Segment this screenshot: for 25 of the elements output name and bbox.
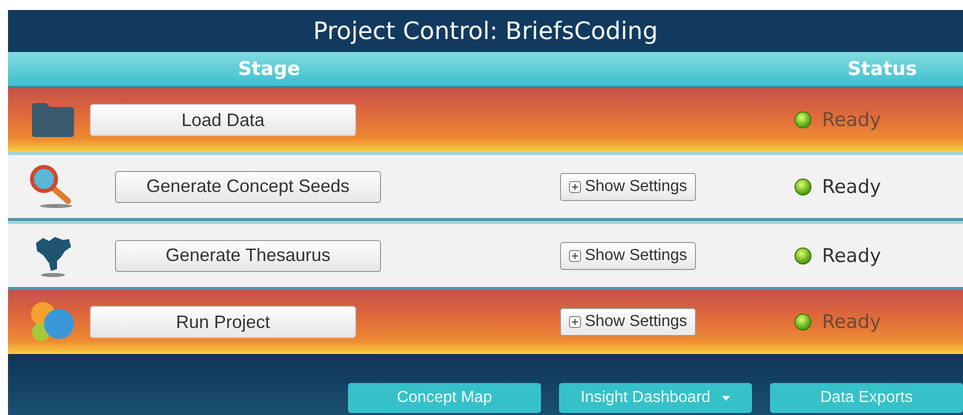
column-header: Status bbox=[847, 58, 917, 80]
status-dot-icon bbox=[794, 246, 812, 264]
show-settings-button[interactable]: Show Settings bbox=[560, 308, 696, 336]
stage-button[interactable]: Run Project bbox=[90, 306, 356, 338]
window-title: Project Control: BriefsCoding bbox=[313, 17, 658, 45]
stage-button[interactable]: Load Data bbox=[90, 104, 356, 136]
folder-icon bbox=[30, 102, 76, 138]
status-text: Ready bbox=[822, 109, 881, 131]
caret-icon bbox=[722, 396, 730, 400]
stage-button[interactable]: Generate Thesaurus bbox=[115, 240, 381, 272]
status-text: Ready bbox=[822, 244, 881, 266]
status-text: Ready bbox=[822, 176, 881, 198]
show-settings-button[interactable]: Show Settings bbox=[560, 172, 696, 200]
map-shape-icon bbox=[33, 234, 73, 276]
plus-icon bbox=[568, 180, 581, 192]
status-dot-icon bbox=[794, 111, 812, 129]
plus-icon bbox=[568, 250, 581, 262]
stage-button[interactable]: Generate Concept Seeds bbox=[115, 170, 381, 202]
status-dot-icon bbox=[794, 178, 812, 196]
column-header: Stage bbox=[238, 58, 300, 80]
status-dot-icon bbox=[794, 313, 812, 331]
plus-icon bbox=[568, 316, 581, 328]
status-text: Ready bbox=[822, 311, 881, 333]
show-settings-button[interactable]: Show Settings bbox=[560, 242, 696, 270]
circles-icon bbox=[29, 300, 77, 344]
